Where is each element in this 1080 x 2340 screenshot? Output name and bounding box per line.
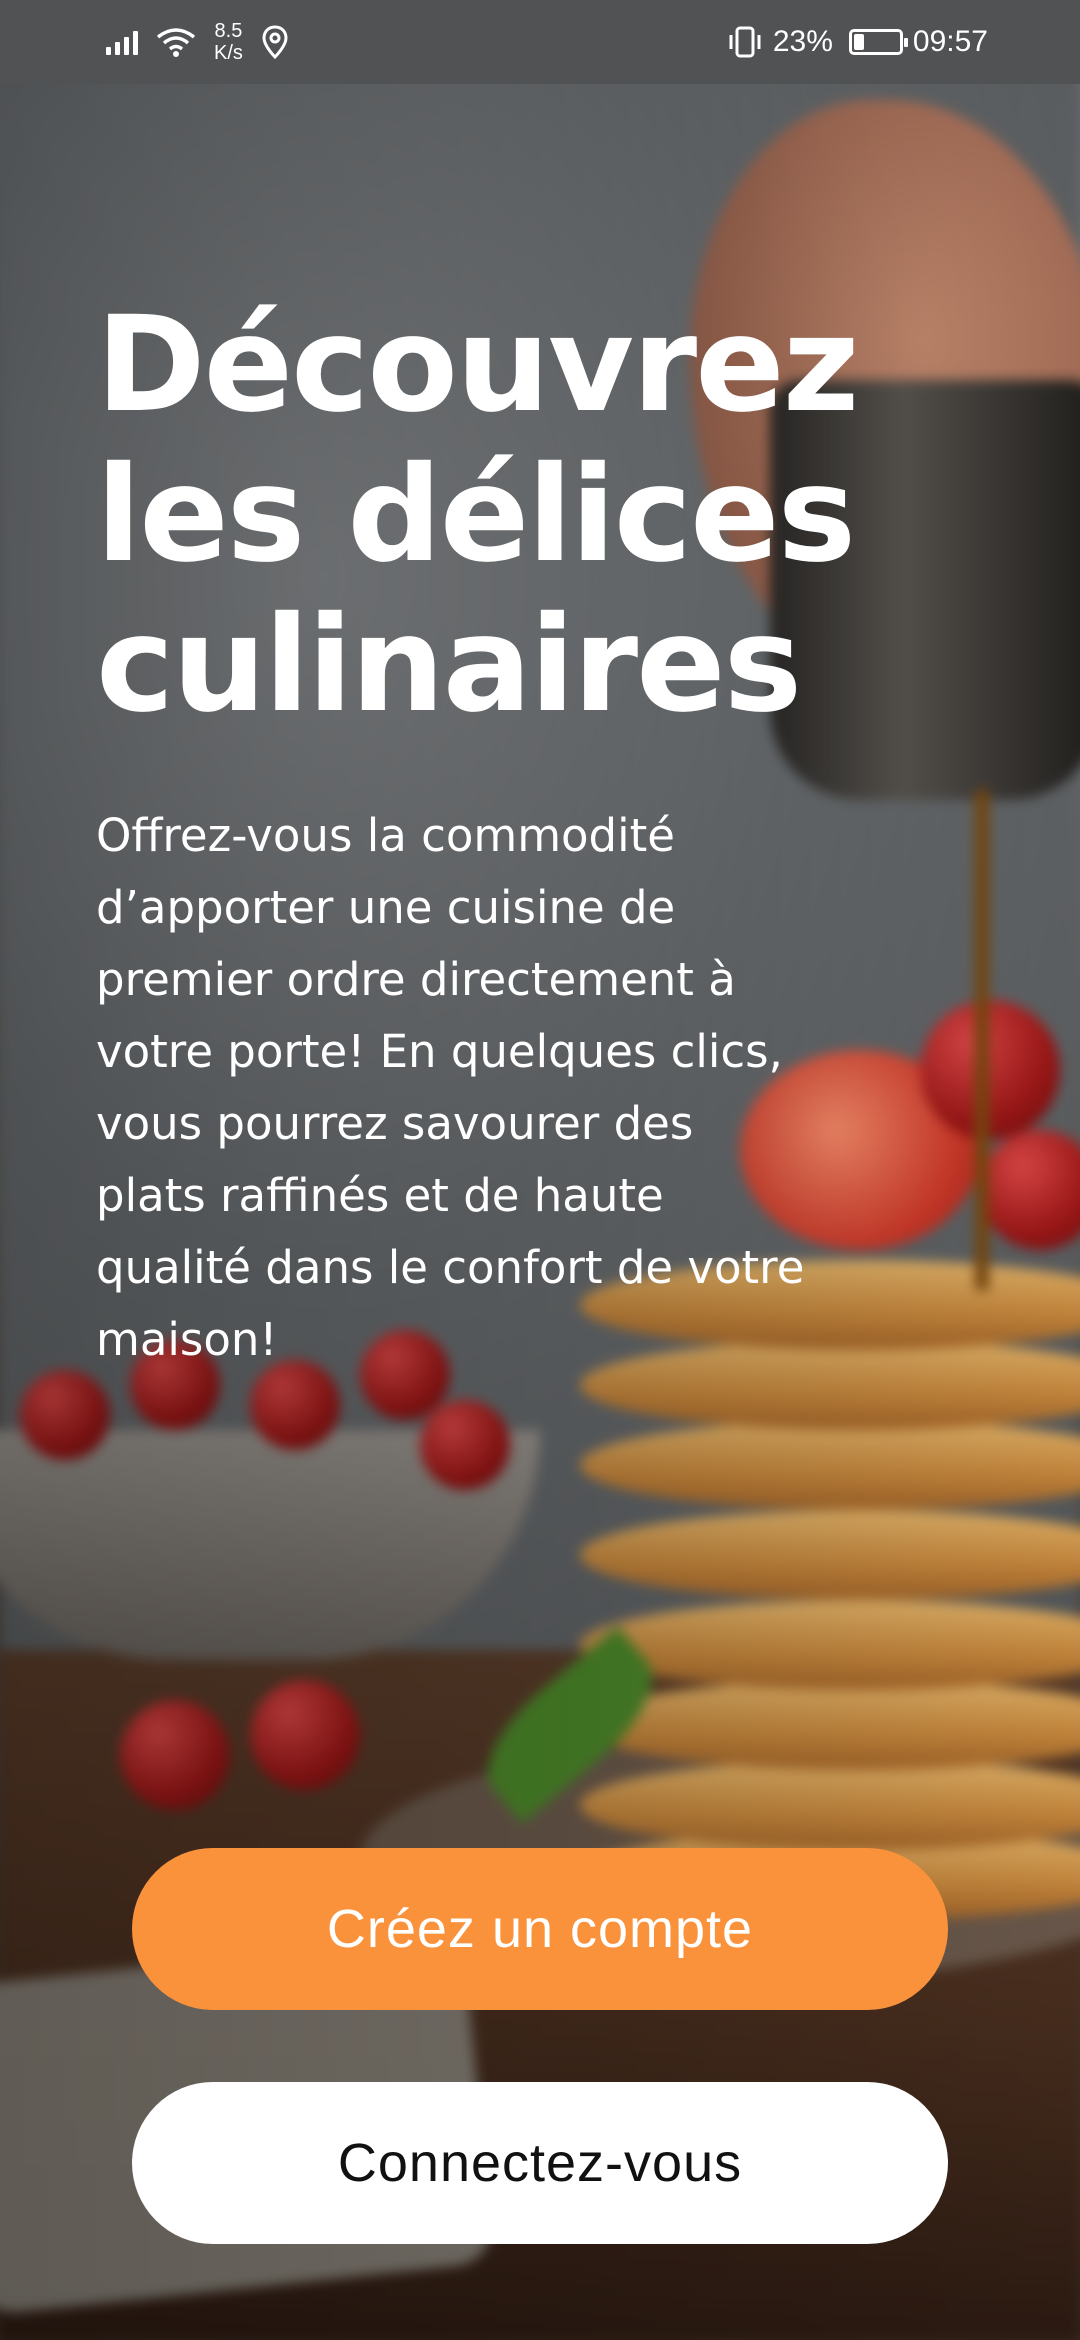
hero-description: Offrez-vous la commodité d’apporter une …	[96, 800, 916, 1376]
vibrate-icon	[729, 26, 761, 58]
battery-percent: 23%	[772, 25, 833, 58]
hero-description-line: premier ordre directement à	[96, 953, 736, 1006]
hero-description-line: qualité dans le confort de votre	[96, 1241, 805, 1294]
hero-description-line: votre porte! En quelques clics,	[96, 1025, 783, 1078]
network-speed-unit: K/s	[214, 42, 243, 64]
hero-description-line: plats raffinés et de haute	[96, 1169, 664, 1222]
network-speed-value: 8.5	[214, 20, 243, 42]
login-button[interactable]: Connectez-vous	[132, 2082, 948, 2244]
network-speed: 8.5 K/s	[214, 20, 243, 64]
hero-description-line: Offrez-vous la commodité	[96, 809, 675, 862]
hero-description-line: d’apporter une cuisine de	[96, 881, 676, 934]
welcome-screen: 8.5 K/s 23% 09:57 Découvrez les délices …	[0, 0, 1080, 2340]
battery-icon	[848, 29, 908, 55]
wifi-icon	[156, 28, 196, 57]
signal-icon	[106, 29, 138, 55]
location-icon	[262, 25, 288, 59]
clock: 09:57	[912, 25, 988, 58]
hero-description-line: vous pourrez savourer des	[96, 1097, 694, 1150]
status-bar: 8.5 K/s 23% 09:57	[0, 0, 1080, 84]
create-account-button[interactable]: Créez un compte	[132, 1848, 948, 2010]
hero-title-line: les délices	[96, 438, 856, 592]
hero-title: Découvrez les délices culinaires	[96, 290, 956, 740]
hero-description-line: maison!	[96, 1313, 278, 1366]
hero-title-line: culinaires	[96, 588, 802, 742]
hero-title-line: Découvrez	[96, 288, 859, 442]
